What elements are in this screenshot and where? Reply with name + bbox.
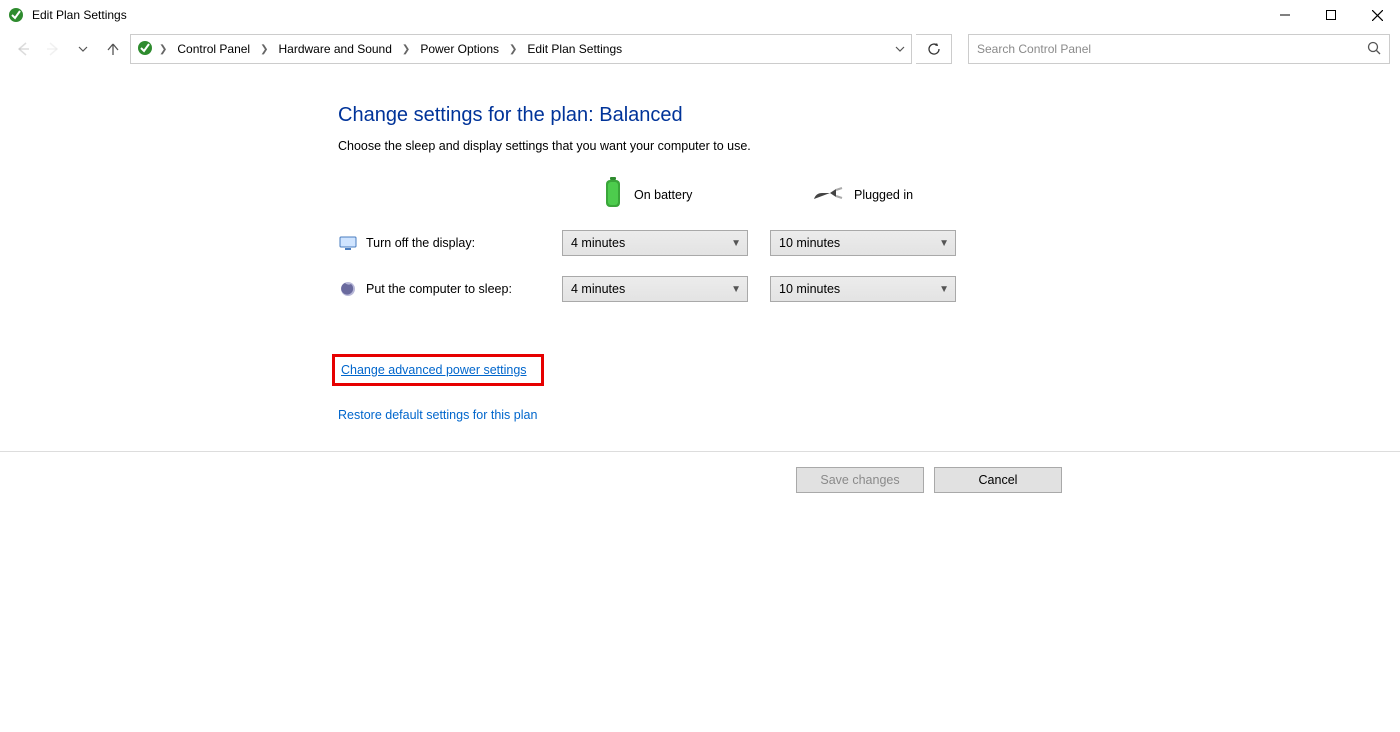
sleep-plugged-dropdown[interactable]: 10 minutes ▼ <box>770 276 956 302</box>
advanced-power-settings-link[interactable]: Change advanced power settings <box>341 363 527 377</box>
search-input[interactable] <box>977 42 1367 56</box>
forward-button[interactable] <box>40 36 66 62</box>
minimize-button[interactable] <box>1262 0 1308 30</box>
restore-defaults-link[interactable]: Restore default settings for this plan <box>338 408 537 422</box>
breadcrumb-icon <box>137 40 153 59</box>
sleep-battery-value: 4 minutes <box>571 282 625 296</box>
row-sleep-label: Put the computer to sleep: <box>366 282 562 296</box>
save-button[interactable]: Save changes <box>796 467 924 493</box>
breadcrumb-separator: ❯ <box>507 44 519 55</box>
battery-icon <box>602 177 624 212</box>
display-icon <box>338 233 358 253</box>
column-plugged-in: Plugged in <box>772 177 982 212</box>
chevron-down-icon: ▼ <box>731 238 741 249</box>
row-sleep: Put the computer to sleep: 4 minutes ▼ 1… <box>338 276 1400 302</box>
display-plugged-value: 10 minutes <box>779 236 840 250</box>
address-dropdown[interactable] <box>889 35 911 63</box>
close-button[interactable] <box>1354 0 1400 30</box>
row-display: Turn off the display: 4 minutes ▼ 10 min… <box>338 230 1400 256</box>
breadcrumb-bar[interactable]: ❯ Control Panel ❯ Hardware and Sound ❯ P… <box>130 34 912 64</box>
search-box[interactable] <box>968 34 1390 64</box>
chevron-down-icon: ▼ <box>939 238 949 249</box>
display-plugged-dropdown[interactable]: 10 minutes ▼ <box>770 230 956 256</box>
breadcrumb-item-1[interactable]: Hardware and Sound <box>275 40 396 58</box>
row-display-label: Turn off the display: <box>366 236 562 250</box>
sleep-plugged-value: 10 minutes <box>779 282 840 296</box>
column-on-battery: On battery <box>562 177 772 212</box>
chevron-down-icon: ▼ <box>939 284 949 295</box>
plug-icon <box>812 183 844 206</box>
sleep-icon <box>338 279 358 299</box>
breadcrumb-item-2[interactable]: Power Options <box>416 40 503 58</box>
sleep-battery-dropdown[interactable]: 4 minutes ▼ <box>562 276 748 302</box>
page-heading: Change settings for the plan: Balanced <box>338 104 1400 127</box>
page-subtext: Choose the sleep and display settings th… <box>338 139 1400 153</box>
display-battery-dropdown[interactable]: 4 minutes ▼ <box>562 230 748 256</box>
breadcrumb-item-0[interactable]: Control Panel <box>173 40 254 58</box>
back-button[interactable] <box>10 36 36 62</box>
highlighted-advanced-link: Change advanced power settings <box>332 354 544 386</box>
refresh-button[interactable] <box>916 34 952 64</box>
cancel-button[interactable]: Cancel <box>934 467 1062 493</box>
maximize-button[interactable] <box>1308 0 1354 30</box>
toolbar: ❯ Control Panel ❯ Hardware and Sound ❯ P… <box>0 30 1400 68</box>
up-button[interactable] <box>100 36 126 62</box>
titlebar: Edit Plan Settings <box>0 0 1400 30</box>
breadcrumb-separator: ❯ <box>258 44 270 55</box>
search-icon <box>1367 41 1381 58</box>
breadcrumb-separator: ❯ <box>157 44 169 55</box>
recent-dropdown[interactable] <box>70 36 96 62</box>
app-icon <box>8 7 24 23</box>
breadcrumb-separator: ❯ <box>400 44 412 55</box>
column-battery-label: On battery <box>634 188 692 202</box>
column-plugged-label: Plugged in <box>854 188 913 202</box>
content-pane: Change settings for the plan: Balanced C… <box>0 68 1400 422</box>
chevron-down-icon: ▼ <box>731 284 741 295</box>
breadcrumb-item-3[interactable]: Edit Plan Settings <box>523 40 626 58</box>
columns-header: On battery Plugged in <box>562 177 1400 212</box>
window-title: Edit Plan Settings <box>32 8 127 22</box>
button-bar: Save changes Cancel <box>0 451 1400 507</box>
display-battery-value: 4 minutes <box>571 236 625 250</box>
